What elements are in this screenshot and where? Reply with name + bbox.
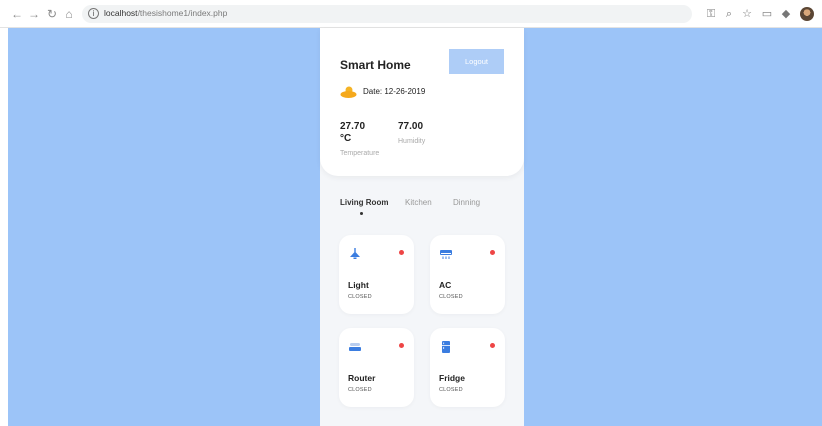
temperature-value: 27.70 °C [340, 121, 365, 145]
key-icon[interactable]: ⚿ [704, 7, 718, 21]
device-state: CLOSED [348, 387, 372, 393]
humidity-value: 77.00 [398, 121, 424, 132]
app-container: Smart Home Logout Date: 12-26-2019 27.70… [320, 28, 524, 426]
info-icon[interactable]: i [88, 8, 99, 19]
url-host: localhost [104, 8, 138, 18]
device-name: Router [348, 373, 376, 383]
tab-dinning[interactable]: Dinning [453, 198, 480, 207]
forward-arrow-icon[interactable]: → [27, 7, 41, 21]
fridge-icon [442, 341, 450, 353]
profile-avatar[interactable] [800, 7, 814, 21]
device-state: CLOSED [439, 387, 463, 393]
device-card-light[interactable]: Light CLOSED [339, 235, 414, 314]
temperature-unit: °C [340, 133, 352, 144]
app-title: Smart Home [340, 58, 411, 72]
device-card-ac[interactable]: AC CLOSED [430, 235, 505, 314]
device-name: Fridge [439, 373, 465, 383]
device-name: AC [439, 280, 452, 290]
ac-icon [440, 250, 452, 259]
device-state: CLOSED [439, 294, 463, 300]
extension-icon[interactable]: ▭ [760, 7, 774, 21]
url-text: localhost/thesishome1/index.php [104, 8, 227, 18]
url-path: /thesishome1/index.php [137, 8, 228, 18]
shield-icon[interactable]: ◆ [779, 7, 793, 21]
device-name: Light [348, 280, 369, 290]
tab-living-room[interactable]: Living Room [340, 198, 388, 207]
tab-kitchen[interactable]: Kitchen [405, 198, 432, 207]
date-text: Date: 12-26-2019 [363, 87, 426, 96]
status-dot [399, 343, 404, 348]
status-dot [399, 250, 404, 255]
router-icon [349, 343, 361, 351]
device-card-router[interactable]: Router CLOSED [339, 328, 414, 407]
reload-icon[interactable]: ↻ [45, 7, 59, 21]
temperature-number: 27.70 [340, 121, 366, 132]
home-icon[interactable]: ⌂ [62, 7, 76, 21]
status-dot [490, 343, 495, 348]
device-card-fridge[interactable]: Fridge CLOSED [430, 328, 505, 407]
zoom-icon[interactable]: ⌕ [722, 7, 736, 21]
back-arrow-icon[interactable]: ← [10, 7, 24, 21]
lamp-icon [350, 248, 360, 259]
temperature-label: Temperature [340, 150, 380, 157]
star-icon[interactable]: ☆ [740, 7, 754, 21]
header-card: Smart Home Logout Date: 12-26-2019 27.70… [320, 28, 524, 176]
device-state: CLOSED [348, 294, 372, 300]
active-tab-indicator [360, 212, 363, 215]
address-bar[interactable]: i localhost/thesishome1/index.php [82, 5, 692, 23]
weather-icon [340, 86, 357, 98]
page-background: Smart Home Logout Date: 12-26-2019 27.70… [8, 28, 822, 426]
humidity-label: Humidity [398, 138, 426, 145]
status-dot [490, 250, 495, 255]
browser-toolbar: ← → ↻ ⌂ i localhost/thesishome1/index.ph… [0, 0, 822, 28]
logout-button[interactable]: Logout [449, 49, 504, 74]
